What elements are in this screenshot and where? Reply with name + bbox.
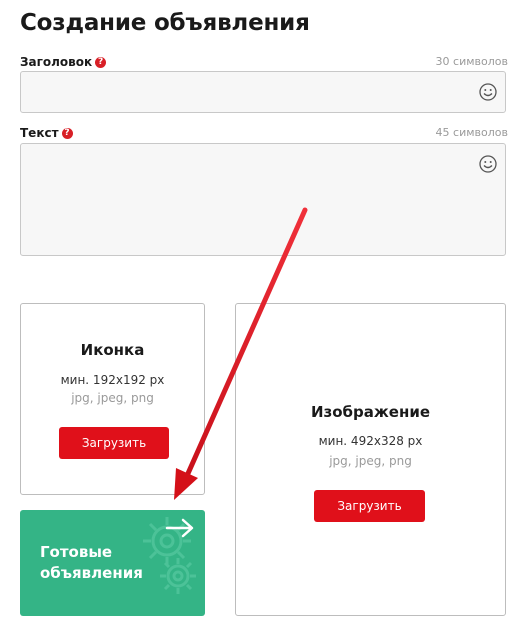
ready-ads-tile[interactable]: Готовые объявления [20, 510, 205, 616]
help-icon[interactable]: ? [61, 127, 73, 139]
ready-ads-label: Готовые объявления [40, 542, 143, 584]
image-card-size: мин. 492x328 px [318, 434, 423, 448]
icon-upload-card: Иконка мин. 192x192 px jpg, jpeg, png За… [20, 303, 205, 495]
icon-card-title: Иконка [80, 341, 145, 359]
icon-card-size: мин. 192x192 px [60, 373, 165, 387]
headline-label-text: Заголовок [20, 55, 93, 69]
image-card-title: Изображение [310, 403, 431, 421]
ready-ads-line1: Готовые [40, 543, 113, 561]
text-label-text: Текст [20, 126, 59, 140]
help-icon[interactable]: ? [95, 56, 107, 68]
arrow-right-icon [165, 518, 194, 538]
image-upload-card: Изображение мин. 492x328 px jpg, jpeg, p… [235, 303, 506, 616]
image-upload-button[interactable]: Загрузить [314, 490, 425, 522]
headline-label: Заголовок ? [20, 55, 107, 69]
emoji-icon[interactable] [479, 155, 497, 173]
text-label: Текст ? [20, 126, 73, 140]
text-textarea[interactable] [20, 143, 506, 256]
icon-upload-button[interactable]: Загрузить [59, 427, 169, 459]
headline-counter: 30 символов [435, 55, 508, 68]
text-counter: 45 символов [435, 126, 508, 139]
icon-card-formats: jpg, jpeg, png [71, 391, 154, 405]
page-title: Создание объявления [20, 10, 310, 36]
emoji-icon[interactable] [479, 83, 497, 101]
gear-icon [160, 558, 196, 594]
headline-input[interactable] [20, 71, 506, 113]
ready-ads-line2: объявления [40, 564, 143, 582]
image-card-formats: jpg, jpeg, png [329, 454, 412, 468]
